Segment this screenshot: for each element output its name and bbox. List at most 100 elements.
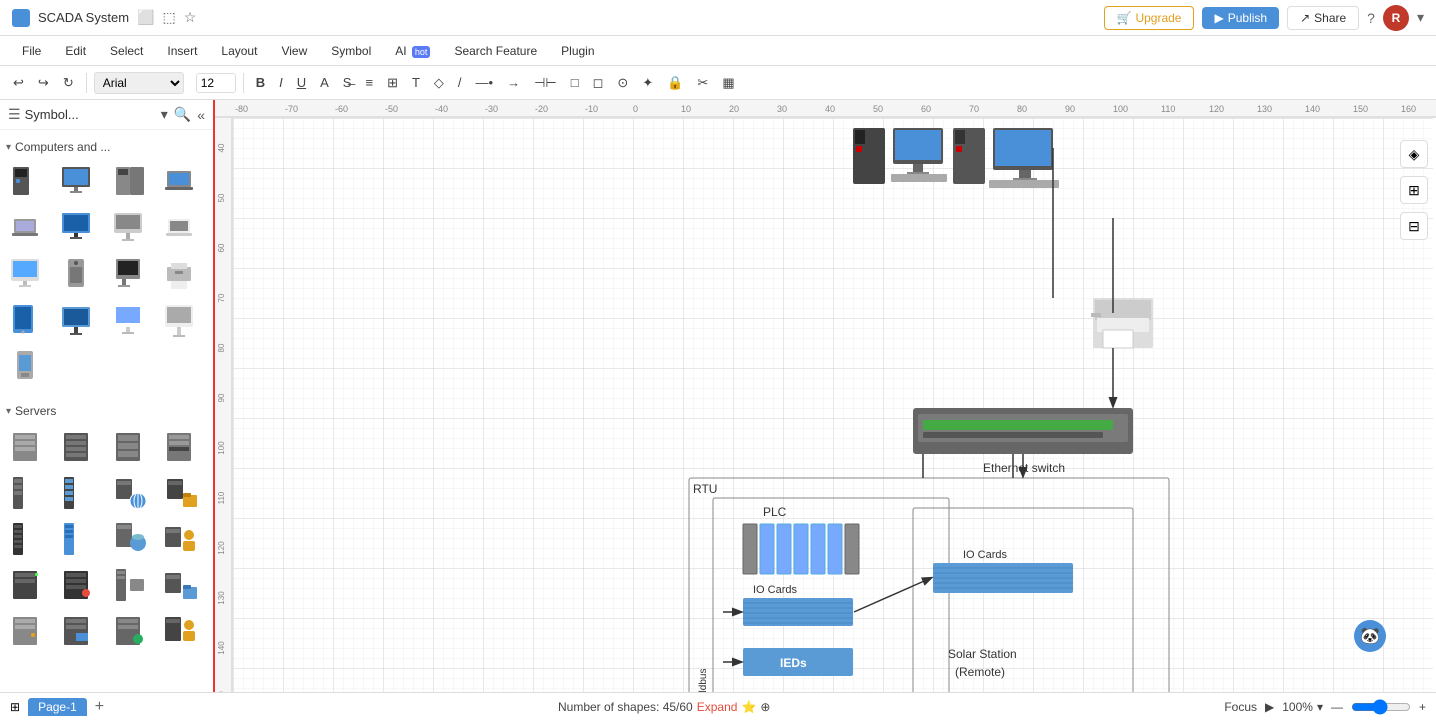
shape3-button[interactable]: ⊙ <box>612 72 633 94</box>
shape-button[interactable]: □ <box>566 72 584 93</box>
zoom-dropdown-icon[interactable]: ▾ <box>1317 700 1323 714</box>
category-servers[interactable]: ▾ Servers <box>6 400 207 422</box>
font-color-button[interactable]: A <box>315 72 334 93</box>
symbol-tower-pc[interactable] <box>6 162 48 204</box>
menu-symbol[interactable]: Symbol <box>321 40 381 62</box>
symbol-server-folder2[interactable] <box>160 564 202 606</box>
undo-button[interactable]: ↩ <box>8 72 29 94</box>
category-computers[interactable]: ▾ Computers and ... <box>6 136 207 158</box>
symbol-server4[interactable] <box>160 426 202 468</box>
symbol-server-rack1[interactable] <box>6 472 48 514</box>
text-button[interactable]: T <box>407 72 425 93</box>
symbol-server9[interactable] <box>109 610 151 652</box>
search-tool-button[interactable]: ⊞ <box>1400 176 1428 204</box>
search-icon[interactable]: 🔍 <box>174 106 191 123</box>
upgrade-button[interactable]: 🛒 Upgrade <box>1104 6 1195 30</box>
symbol-mac-pro[interactable] <box>57 254 99 296</box>
redo-button[interactable]: ↪ <box>33 72 54 94</box>
sidebar-toggle-icon[interactable]: ⊞ <box>10 700 20 714</box>
symbol-server-rack5[interactable] <box>109 564 151 606</box>
page-tab[interactable]: Page-1 <box>28 698 87 716</box>
symbol-kiosk[interactable] <box>6 346 48 388</box>
font-select[interactable]: Arial <box>94 72 184 94</box>
bold-button[interactable]: B <box>251 72 270 93</box>
publish-button[interactable]: ▶ Publish <box>1202 7 1279 29</box>
symbol-server-folder[interactable] <box>160 472 202 514</box>
chevron-down-icon[interactable]: ▾ <box>1417 9 1424 26</box>
symbol-server-rack2[interactable] <box>57 472 99 514</box>
menu-search-feature[interactable]: Search Feature <box>444 40 547 62</box>
menu-edit[interactable]: Edit <box>55 40 96 62</box>
symbol-all-in-one[interactable] <box>109 254 151 296</box>
symbol-tablet[interactable] <box>6 300 48 342</box>
symbol-monitor-flat[interactable] <box>57 300 99 342</box>
symbol-laptop[interactable] <box>160 162 202 204</box>
focus-label[interactable]: Focus <box>1224 700 1257 714</box>
bot-icon[interactable]: 🐼 <box>1354 620 1386 652</box>
symbol-laptop2[interactable] <box>6 208 48 250</box>
eraser-button[interactable]: ◇ <box>429 72 449 94</box>
menu-view[interactable]: View <box>271 40 317 62</box>
symbol-server-rack4[interactable] <box>57 518 99 560</box>
table-button[interactable]: ▦ <box>717 72 739 94</box>
symbol-imac-stand[interactable] <box>160 300 202 342</box>
dropdown-icon[interactable]: ▾ <box>161 106 168 123</box>
play-icon[interactable]: ▶ <box>1265 700 1274 714</box>
menu-ai[interactable]: AI hot <box>385 40 440 62</box>
shape4-button[interactable]: ✦ <box>637 72 658 94</box>
unlock-button[interactable]: ✂ <box>692 72 713 94</box>
strikethrough-button[interactable]: S̶ <box>338 72 357 93</box>
zoom-slider[interactable] <box>1351 699 1411 715</box>
symbol-imac[interactable] <box>109 208 151 250</box>
menu-select[interactable]: Select <box>100 40 153 62</box>
align-button[interactable]: ≡ <box>360 72 378 93</box>
symbol-imac2[interactable] <box>6 254 48 296</box>
avatar[interactable]: R <box>1383 5 1409 31</box>
line-style-button[interactable]: —• <box>471 72 499 93</box>
symbol-server1[interactable] <box>6 426 48 468</box>
star-icon[interactable]: ☆ <box>184 9 197 26</box>
maximize-icon[interactable]: ⬚ <box>162 9 175 26</box>
shape2-button[interactable]: ◻ <box>588 72 609 94</box>
line-button[interactable]: / <box>453 72 467 93</box>
symbol-desktop-monitor[interactable] <box>57 162 99 204</box>
add-page-button[interactable]: + <box>95 698 104 716</box>
italic-button[interactable]: I <box>274 72 288 93</box>
layers-icon[interactable]: ⊕ <box>760 700 770 714</box>
format-tool-button[interactable]: ◈ <box>1400 140 1428 168</box>
underline-button[interactable]: U <box>292 72 311 93</box>
symbol-server8[interactable] <box>57 610 99 652</box>
redo2-button[interactable]: ↻ <box>58 72 79 94</box>
menu-insert[interactable]: Insert <box>157 40 207 62</box>
menu-file[interactable]: File <box>12 40 51 62</box>
symbol-server-person2[interactable] <box>160 610 202 652</box>
symbol-imac3[interactable] <box>109 300 151 342</box>
symbol-monitor-blue[interactable] <box>57 208 99 250</box>
symbol-server-db[interactable] <box>109 518 151 560</box>
symbol-printer[interactable] <box>160 254 202 296</box>
symbol-server-globe[interactable] <box>109 472 151 514</box>
symbol-tower-pc2[interactable] <box>109 162 151 204</box>
symbol-server6[interactable] <box>57 564 99 606</box>
align2-button[interactable]: ⊞ <box>382 72 403 94</box>
symbol-server7[interactable] <box>6 610 48 652</box>
symbol-server2[interactable] <box>57 426 99 468</box>
symbol-laptop3[interactable] <box>160 208 202 250</box>
symbol-server-person[interactable] <box>160 518 202 560</box>
menu-plugin[interactable]: Plugin <box>551 40 604 62</box>
font-size-input[interactable] <box>196 73 236 93</box>
symbol-server-rack3[interactable] <box>6 518 48 560</box>
lock-button[interactable]: 🔒 <box>662 72 688 94</box>
minimize-icon[interactable]: ⬜ <box>137 9 154 26</box>
symbol-server3[interactable] <box>109 426 151 468</box>
zoom-in-icon[interactable]: + <box>1419 700 1426 714</box>
share-button[interactable]: ↗ Share <box>1287 6 1359 30</box>
menu-layout[interactable]: Layout <box>211 40 267 62</box>
help-icon[interactable]: ? <box>1367 10 1375 26</box>
grid-tool-button[interactable]: ⊟ <box>1400 212 1428 240</box>
zoom-out-icon[interactable]: — <box>1331 700 1343 714</box>
expand-link[interactable]: Expand <box>697 700 738 714</box>
arrow-button[interactable]: → <box>502 72 525 93</box>
connector-button[interactable]: ⊣⊢ <box>529 72 562 94</box>
symbol-server5[interactable] <box>6 564 48 606</box>
